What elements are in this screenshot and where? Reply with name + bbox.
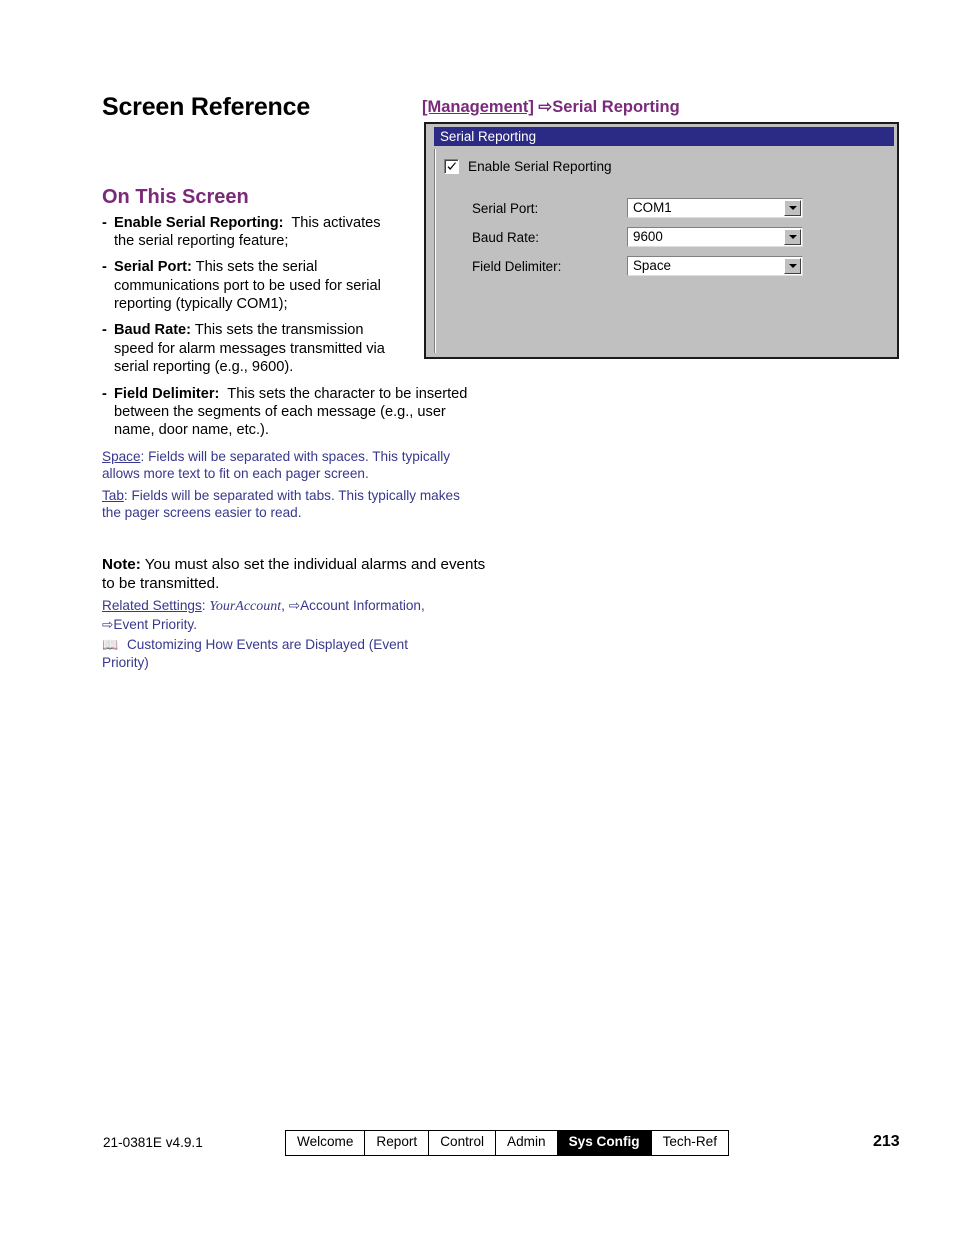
list-item-term: Field Delimiter: — [114, 385, 220, 402]
dialog-titlebar: Serial Reporting — [434, 127, 894, 146]
bullet-dash: - — [102, 385, 107, 402]
list-item: - Enable Serial Reporting: This activates… — [102, 214, 402, 251]
field-row-serial-port: Serial Port: COM1 — [472, 198, 872, 218]
field-delimiter-dropdown[interactable]: Space — [627, 256, 803, 276]
field-row-baud-rate: Baud Rate: 9600 — [472, 227, 872, 247]
footer-tab-report[interactable]: Report — [365, 1131, 430, 1155]
delimiter-note-lead: Tab — [102, 487, 124, 503]
delimiter-note-space: Space: Fields will be separated with spa… — [102, 448, 478, 482]
baud-rate-value: 9600 — [633, 229, 663, 244]
baud-rate-label: Baud Rate: — [472, 229, 539, 245]
delimiter-note-text: : Fields will be separated with spaces. … — [102, 448, 451, 481]
related-settings-line: Related Settings: YourAccount, ⇨Account … — [102, 597, 478, 634]
bullet-dash: - — [102, 259, 107, 276]
list-item: - Field Delimiter: This sets the characte… — [102, 385, 480, 440]
dialog-fields: Serial Port: COM1 Baud Rate: 9600 Field … — [472, 198, 872, 285]
document-code: 21-0381E v4.9.1 — [103, 1135, 203, 1150]
chevron-down-icon[interactable] — [784, 229, 801, 245]
account-placeholder: YourAccount — [209, 599, 282, 615]
footer-tab-welcome[interactable]: Welcome — [286, 1131, 366, 1155]
breadcrumb-screen: Serial Reporting — [552, 98, 680, 116]
field-row-field-delimiter: Field Delimiter: Space — [472, 256, 872, 276]
dialog-inner-bevel — [434, 149, 436, 353]
bullet-dash: - — [102, 214, 107, 231]
chevron-down-icon[interactable] — [784, 258, 801, 274]
list-item: - Baud Rate: This sets the transmission s… — [102, 321, 402, 376]
baud-rate-dropdown[interactable]: 9600 — [627, 227, 803, 247]
footer-tab-sys-config[interactable]: Sys Config — [557, 1131, 652, 1155]
dialog-breadcrumb: [Management] ⇨Serial Reporting — [422, 97, 680, 117]
list-item-term: Serial Port: — [114, 259, 192, 276]
serial-port-label: Serial Port: — [472, 200, 539, 216]
list-item-term: Enable Serial Reporting: — [114, 214, 284, 231]
page-footer: 21-0381E v4.9.1 Welcome Report Control A… — [0, 1130, 954, 1160]
enable-serial-reporting-row[interactable]: Enable Serial Reporting — [444, 159, 612, 174]
on-this-screen-list: - Enable Serial Reporting: This activates… — [102, 214, 467, 440]
note-block: Note: You must also set the individual a… — [102, 555, 485, 671]
note-paragraph: Note: You must also set the individual a… — [102, 555, 487, 593]
delimiter-note-text: : Fields will be separated with tabs. Th… — [102, 487, 460, 520]
reference-text: Customizing How Events are Displayed (Ev… — [102, 636, 409, 670]
enable-serial-reporting-label: Enable Serial Reporting — [468, 159, 612, 174]
note-body: You must also set the individual alarms … — [102, 556, 486, 593]
related-settings-path-2: ⇨Event Priority. — [102, 617, 197, 633]
field-delimiter-label: Field Delimiter: — [472, 258, 562, 274]
note-label: Note: — [102, 556, 141, 574]
list-item-term: Baud Rate: — [114, 322, 192, 339]
left-content-column: Screen Reference On This Screen - Enable … — [102, 93, 485, 672]
footer-tab-bar: Welcome Report Control Admin Sys Config … — [285, 1130, 729, 1156]
book-icon: 📖 — [102, 636, 119, 652]
footer-tab-control[interactable]: Control — [429, 1131, 497, 1155]
serial-port-dropdown[interactable]: COM1 — [627, 198, 803, 218]
footer-tab-tech-ref[interactable]: Tech-Ref — [651, 1131, 728, 1155]
page-title: Screen Reference — [102, 93, 311, 121]
delimiter-note-lead: Space — [102, 448, 141, 464]
page-number: 213 — [873, 1133, 900, 1150]
breadcrumb-arrow-icon: ⇨ — [533, 98, 553, 116]
serial-reporting-dialog: Serial Reporting Enable Serial Reporting… — [424, 122, 899, 359]
bullet-dash: - — [102, 322, 107, 339]
list-item: - Serial Port: This sets the serial commu… — [102, 258, 402, 313]
breadcrumb-management: [Management] — [422, 98, 534, 116]
related-settings-path-1: , ⇨Account Information, — [281, 598, 425, 614]
checkmark-icon — [447, 162, 457, 170]
chevron-down-icon[interactable] — [784, 200, 801, 216]
serial-port-value: COM1 — [633, 200, 672, 215]
section-heading: On This Screen — [102, 185, 249, 208]
field-delimiter-value: Space — [633, 258, 671, 273]
enable-serial-reporting-checkbox[interactable] — [444, 159, 459, 174]
reference-line: 📖 Customizing How Events are Displayed (… — [102, 636, 457, 672]
footer-tab-admin[interactable]: Admin — [496, 1131, 558, 1155]
delimiter-note-tab: Tab: Fields will be separated with tabs.… — [102, 487, 478, 521]
related-settings-label: Related Settings — [102, 598, 202, 614]
